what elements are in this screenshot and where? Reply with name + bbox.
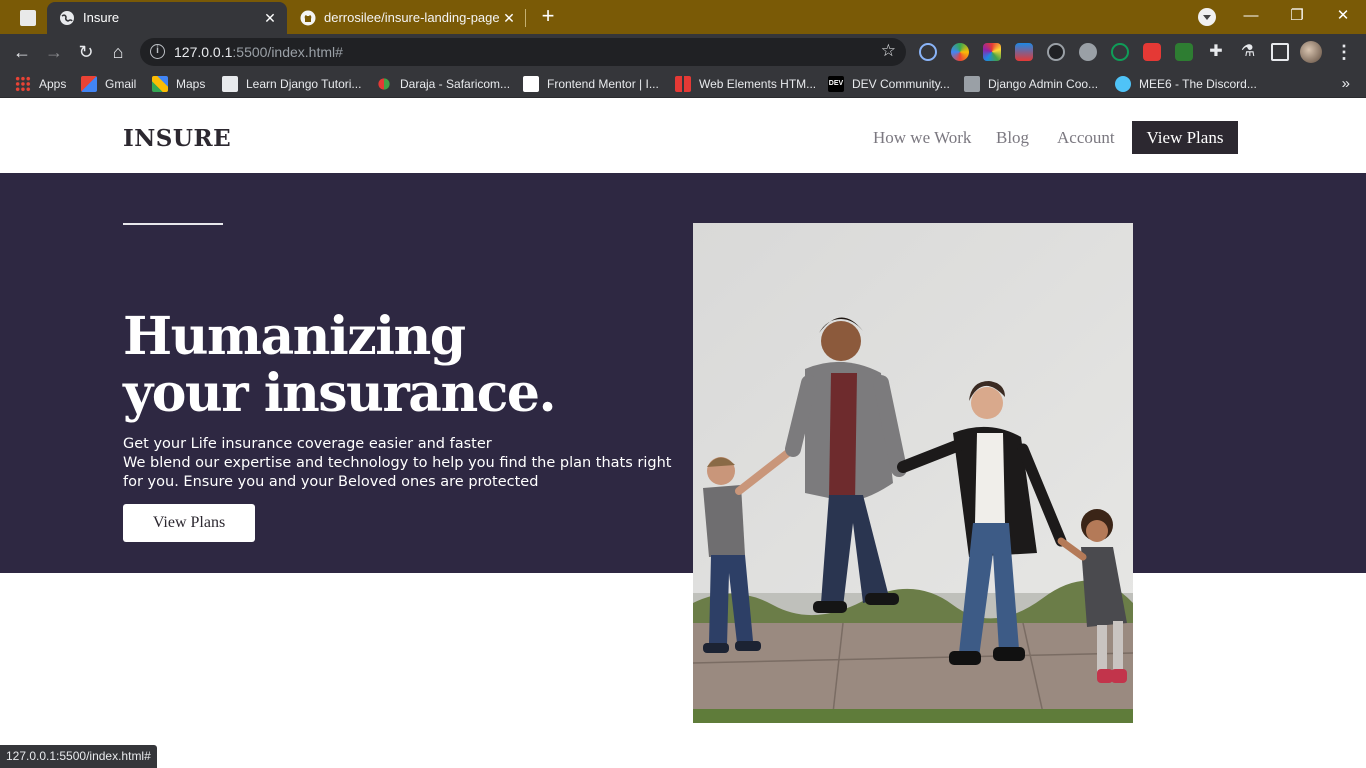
reload-icon[interactable]: ↻ bbox=[73, 39, 99, 65]
hero-title: Humanizing your insurance. bbox=[123, 306, 557, 424]
back-arrow-icon[interactable]: ← bbox=[9, 39, 35, 65]
nav-blog[interactable]: Blog bbox=[996, 128, 1029, 148]
bookmark-favicon-icon bbox=[378, 78, 390, 90]
site-info-icon[interactable]: i bbox=[150, 44, 165, 59]
color-picker-extension-icon[interactable] bbox=[951, 43, 969, 61]
site-logo[interactable]: INSURE bbox=[123, 125, 231, 152]
hero-divider bbox=[123, 223, 223, 225]
adblock-icon[interactable] bbox=[1143, 43, 1161, 61]
tab-insure[interactable]: Insure ✕ bbox=[47, 2, 287, 34]
forward-arrow-icon[interactable]: → bbox=[41, 39, 67, 65]
gmail-icon bbox=[81, 76, 97, 92]
bookmark-maps[interactable]: Maps bbox=[152, 75, 205, 93]
hero-description: Get your Life insurance coverage easier … bbox=[123, 436, 672, 490]
colorzilla-icon[interactable] bbox=[983, 43, 1001, 61]
bookmark-favicon-icon bbox=[964, 76, 980, 92]
flask-labs-icon[interactable]: ⚗ bbox=[1239, 43, 1257, 61]
restore-icon[interactable]: ❐ bbox=[1285, 5, 1309, 27]
nav-account[interactable]: Account bbox=[1057, 128, 1115, 148]
grammar-extension-icon[interactable] bbox=[1175, 43, 1193, 61]
family-hero-image bbox=[693, 223, 1133, 723]
bookmark-daraja[interactable]: Daraja - Safaricom... bbox=[376, 75, 510, 93]
react-devtools-icon[interactable] bbox=[919, 43, 937, 61]
bookmark-dev-community[interactable]: DEV DEV Community... bbox=[828, 75, 950, 93]
side-panel-icon[interactable] bbox=[1271, 43, 1289, 61]
bookmark-gmail[interactable]: Gmail bbox=[81, 75, 136, 93]
url-text[interactable]: 127.0.0.1:5500/index.html# bbox=[174, 44, 343, 60]
tab-title: Insure bbox=[83, 10, 120, 25]
site-header: INSURE How we Work Blog Account View Pla… bbox=[0, 103, 1366, 173]
apps-grid-icon bbox=[15, 76, 31, 92]
vue-devtools-icon[interactable] bbox=[1111, 43, 1129, 61]
checkmark-extension-icon[interactable] bbox=[1079, 43, 1097, 61]
mee6-icon bbox=[1115, 76, 1131, 92]
bookmark-web-elements[interactable]: Web Elements HTM... bbox=[675, 75, 816, 93]
browser-tab-strip: Insure ✕ derrosilee/insure-landing-page-… bbox=[0, 0, 1366, 34]
bookmark-apps[interactable]: Apps bbox=[15, 75, 66, 93]
page-favicon-icon bbox=[20, 10, 36, 26]
inspect-extension-icon[interactable] bbox=[1047, 43, 1065, 61]
hero-section: Humanizing your insurance. Get your Life… bbox=[0, 173, 1366, 573]
bookmark-mee6[interactable]: MEE6 - The Discord... bbox=[1115, 75, 1257, 93]
browser-menu-icon[interactable]: ⋮ bbox=[1335, 40, 1353, 64]
status-bar-url: 127.0.0.1:5500/index.html# bbox=[0, 745, 157, 768]
more-bookmarks-icon[interactable]: » bbox=[1342, 75, 1350, 92]
bookmark-star-icon[interactable]: ☆ bbox=[881, 41, 896, 61]
tab-divider bbox=[525, 9, 526, 27]
pinned-tab[interactable] bbox=[8, 4, 46, 34]
puzzle-extensions-icon[interactable]: ✚ bbox=[1207, 43, 1225, 61]
new-tab-icon[interactable]: + bbox=[536, 5, 560, 29]
globe-icon bbox=[60, 11, 74, 25]
nav-how-we-work[interactable]: How we Work bbox=[873, 128, 971, 148]
github-icon bbox=[300, 10, 316, 26]
profile-avatar[interactable] bbox=[1300, 41, 1322, 63]
dev-icon: DEV bbox=[828, 76, 844, 92]
maps-icon bbox=[152, 76, 168, 92]
bookmark-favicon-icon bbox=[222, 76, 238, 92]
bookmark-favicon-icon bbox=[675, 76, 691, 92]
bookmark-django-admin[interactable]: Django Admin Coo... bbox=[964, 75, 1098, 93]
bookmarks-bar: Apps Gmail Maps Learn Django Tutori... D… bbox=[0, 70, 1366, 98]
bookmark-frontend-mentor[interactable]: Frontend Mentor | I... bbox=[523, 75, 659, 93]
home-icon[interactable]: ⌂ bbox=[105, 39, 131, 65]
tab-github[interactable]: derrosilee/insure-landing-page-m ✕ bbox=[288, 2, 526, 34]
bookmark-learn-django[interactable]: Learn Django Tutori... bbox=[222, 75, 361, 93]
browser-toolbar: ← → ↻ ⌂ i 127.0.0.1:5500/index.html# ☆ ✚… bbox=[0, 34, 1366, 70]
minimize-icon[interactable]: — bbox=[1239, 5, 1263, 27]
page-viewport: INSURE How we Work Blog Account View Pla… bbox=[0, 103, 1366, 768]
extension-icon[interactable] bbox=[1015, 43, 1033, 61]
close-tab-icon[interactable]: ✕ bbox=[500, 9, 518, 27]
close-window-icon[interactable]: ✕ bbox=[1331, 5, 1355, 27]
tab-title: derrosilee/insure-landing-page-m bbox=[324, 10, 499, 25]
hero-view-plans-button[interactable]: View Plans bbox=[123, 504, 255, 542]
bookmark-favicon-icon bbox=[523, 76, 539, 92]
address-bar[interactable]: i 127.0.0.1:5500/index.html# ☆ bbox=[140, 38, 906, 66]
close-tab-icon[interactable]: ✕ bbox=[261, 9, 279, 27]
nav-view-plans-button[interactable]: View Plans bbox=[1132, 121, 1238, 154]
tab-search-icon[interactable] bbox=[1198, 8, 1216, 26]
